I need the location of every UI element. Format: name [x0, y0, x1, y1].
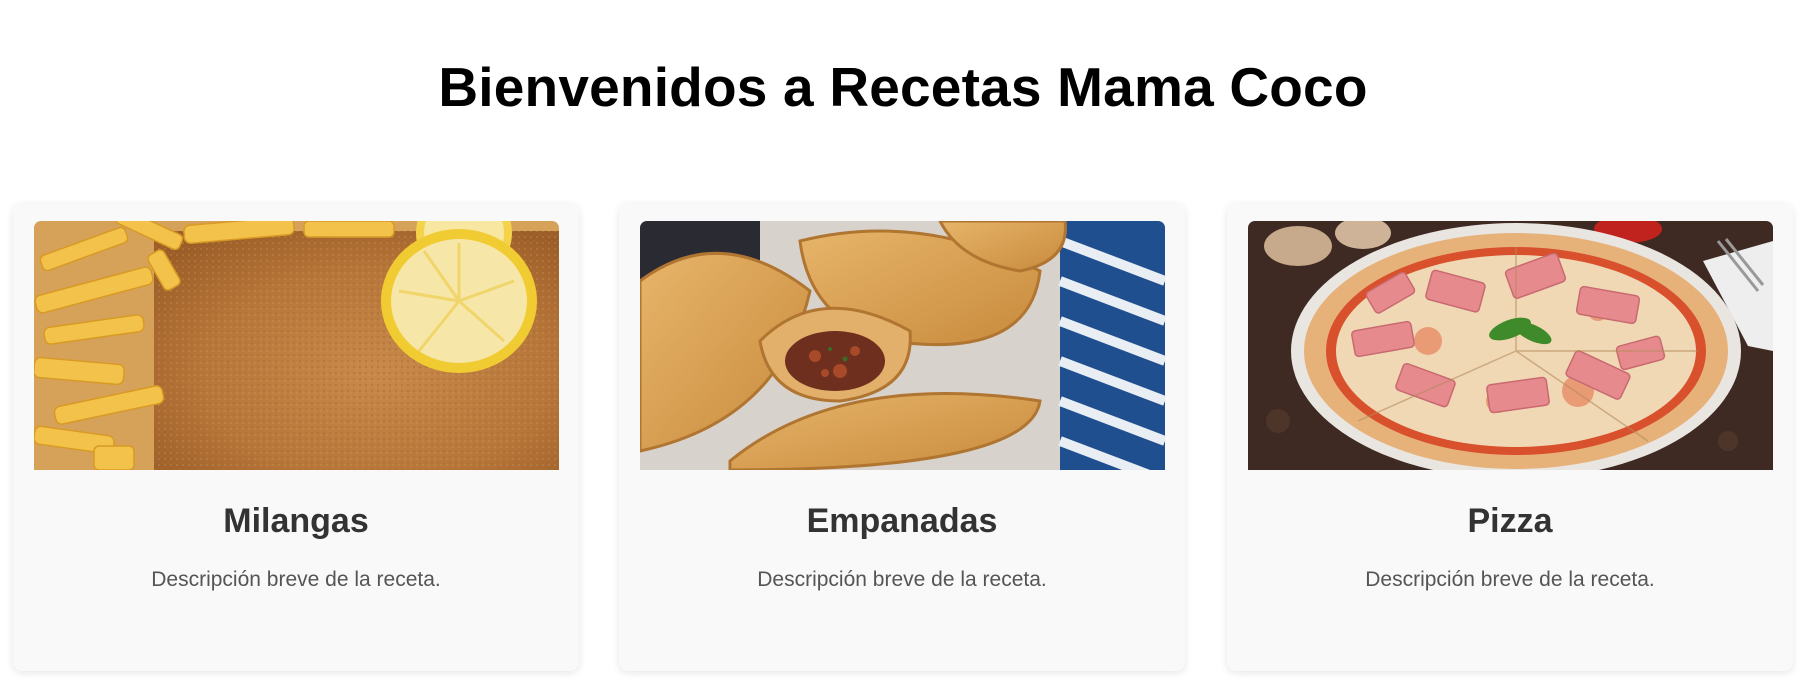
page-title: Bienvenidos a Recetas Mama Coco — [438, 56, 1368, 118]
milanesa-photo — [34, 221, 559, 470]
empanadas-photo — [640, 221, 1165, 470]
recipe-title: Milangas — [223, 502, 369, 540]
recipe-card-empanadas[interactable]: Empanadas Descripción breve de la receta… — [619, 203, 1185, 671]
recipe-image-milangas[interactable] — [34, 221, 559, 470]
recipe-title: Pizza — [1467, 502, 1553, 540]
recipe-image-empanadas[interactable] — [640, 221, 1165, 470]
recipe-description: Descripción breve de la receta. — [1365, 568, 1655, 591]
recipe-card-milangas[interactable]: Milangas Descripción breve de la receta. — [13, 203, 579, 671]
recipe-title: Empanadas — [806, 502, 998, 540]
recipe-description: Descripción breve de la receta. — [151, 568, 441, 591]
recipe-description: Descripción breve de la receta. — [757, 568, 1047, 591]
pizza-photo — [1248, 221, 1773, 470]
recipe-card-pizza[interactable]: Pizza Descripción breve de la receta. — [1227, 203, 1793, 671]
recipe-image-pizza[interactable] — [1248, 221, 1773, 470]
